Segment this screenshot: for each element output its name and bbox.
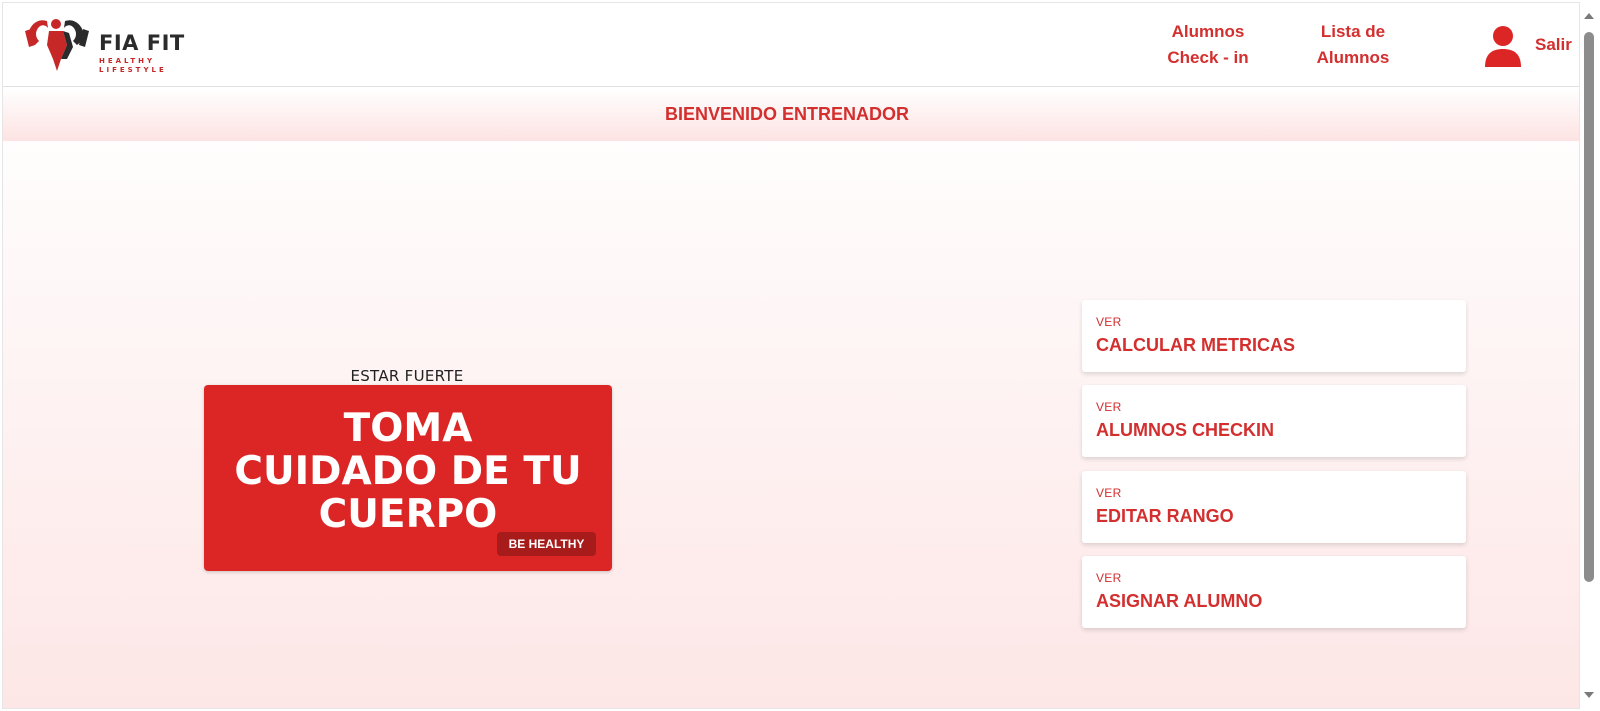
card-title: ALUMNOS CHECKIN [1096,420,1274,440]
nav-lista-alumnos[interactable]: Lista de Alumnos [1303,19,1403,71]
card-asignar-alumno[interactable]: VER ASIGNAR ALUMNO [1082,556,1466,628]
card-editar-rango[interactable]: VER EDITAR RANGO [1082,471,1466,543]
nav-alumnos-checkin[interactable]: Alumnos Check - in [1153,19,1263,71]
dashboard-main: ESTAR FUERTE TOMA CUIDADO DE TU CUERPO B… [3,141,1579,708]
welcome-text: BIENVENIDO ENTRENADOR [664,104,910,124]
card-title: CALCULAR METRICAS [1096,335,1295,355]
user-icon[interactable] [1483,25,1523,67]
brand-logo[interactable]: FIA FIT HEALTHY LIFESTYLE [17,15,197,77]
brand-tagline: HEALTHY LIFESTYLE [99,57,167,74]
flexing-athlete-icon [25,19,89,71]
card-title: EDITAR RANGO [1096,506,1234,526]
scroll-down-arrow-icon[interactable] [1584,692,1594,698]
card-kicker: VER [1096,571,1122,585]
card-title: ASIGNAR ALUMNO [1096,591,1263,611]
vertical-scrollbar[interactable] [1580,2,1598,709]
hero-title: TOMA CUIDADO DE TU CUERPO [234,406,582,537]
be-healthy-badge: BE HEALTHY [497,532,596,556]
app-window: FIA FIT HEALTHY LIFESTYLE Alumnos Check … [2,2,1580,709]
scroll-up-arrow-icon[interactable] [1584,13,1594,19]
welcome-banner: BIENVENIDO ENTRENADOR [3,88,1579,141]
card-alumnos-checkin[interactable]: VER ALUMNOS CHECKIN [1082,385,1466,457]
top-navbar: FIA FIT HEALTHY LIFESTYLE Alumnos Check … [3,3,1579,87]
logout-link[interactable]: Salir [1535,35,1572,55]
brand-name: FIA FIT [99,31,185,55]
scrollbar-thumb[interactable] [1584,32,1594,582]
card-kicker: VER [1096,400,1122,414]
card-kicker: VER [1096,486,1122,500]
card-calcular-metricas[interactable]: VER CALCULAR METRICAS [1082,300,1466,372]
card-kicker: VER [1096,315,1122,329]
hero-banner: TOMA CUIDADO DE TU CUERPO BE HEALTHY [204,385,612,571]
hero-caption: ESTAR FUERTE [350,367,464,385]
